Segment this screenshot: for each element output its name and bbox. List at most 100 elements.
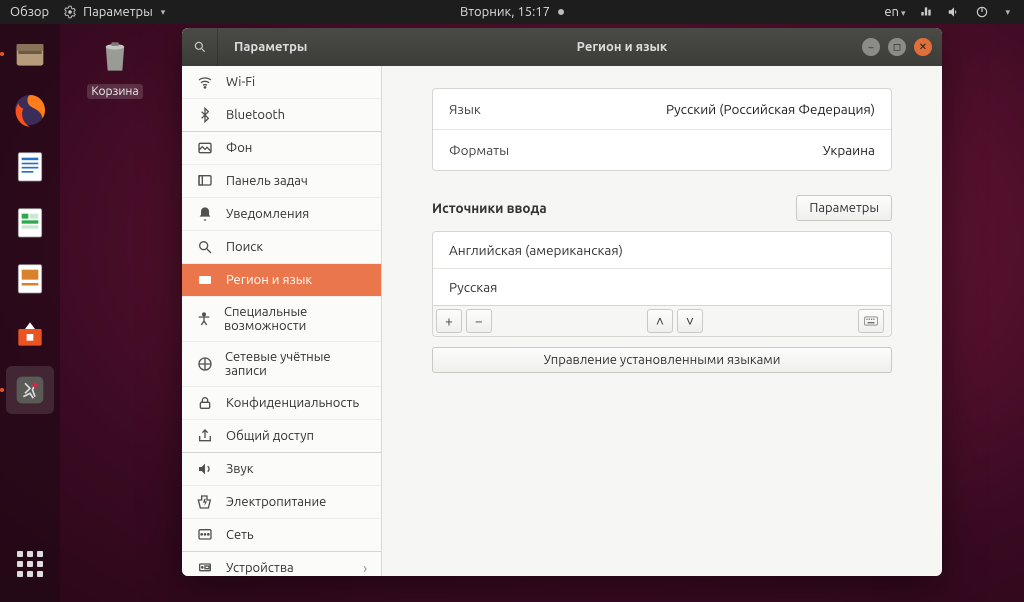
show-keyboard-layout-button[interactable] [858,309,884,333]
sidebar-item-label: Сетевые учётные записи [225,350,367,378]
dock-writer[interactable] [6,142,54,190]
sidebar-item-power[interactable]: Электропитание [182,486,381,519]
net-icon [196,527,214,543]
clock-label: Вторник, 15:17 [460,5,550,19]
source-label: Русская [449,279,497,295]
move-down-button[interactable]: ˅ [677,309,703,333]
sound-icon [196,461,214,477]
window-title: Регион и язык [382,40,862,54]
settings-window: Параметры Регион и язык – ◻ ✕ Wi-Fi Bluet… [182,28,942,576]
sidebar-item-label: Специальные возможности [224,305,367,333]
sidebar-item-label: Звук [226,462,253,476]
caret-down-icon: ▾ [161,7,166,18]
dock-firefox[interactable] [6,86,54,134]
desktop-trash[interactable]: Корзина [80,34,150,99]
network-icon[interactable] [919,5,933,19]
sidebar-item-share[interactable]: Общий доступ [182,420,381,453]
bg-icon [196,140,214,156]
bt-icon [196,107,214,123]
sidebar-item-label: Уведомления [226,207,309,221]
sidebar: Wi-Fi Bluetooth Фон Панель задач Уведомления… [182,28,382,576]
settings-icon [63,5,77,19]
dock-files[interactable] [6,30,54,78]
dock-software[interactable] [6,310,54,358]
sidebar-item-wifi[interactable]: Wi-Fi [182,66,381,99]
sidebar-item-label: Панель задач [226,174,308,188]
row-key: Форматы [449,142,509,158]
share-icon [196,428,214,444]
region-row[interactable]: Язык Русский (Российская Федерация) [433,89,891,130]
dock-calc[interactable] [6,198,54,246]
maximize-button[interactable]: ◻ [888,38,906,56]
input-language[interactable]: en▾ [884,5,905,19]
sidebar-item-label: Электропитание [226,495,326,509]
row-value: Украина [823,142,875,158]
app-menu-label: Параметры [83,5,153,19]
volume-icon[interactable] [947,5,961,19]
sidebar-item-sound[interactable]: Звук [182,453,381,486]
source-label: Английская (американская) [449,242,623,258]
sidebar-item-label: Bluetooth [226,108,285,122]
region-list: Язык Русский (Российская Федерация) Формат… [432,88,892,171]
move-up-button[interactable]: ˄ [647,309,673,333]
dock-icon [196,173,214,189]
activities-button[interactable]: Обзор [10,5,49,19]
sidebar-item-accounts[interactable]: Сетевые учётные записи [182,342,381,387]
dock-impress[interactable] [6,254,54,302]
dock [0,24,60,602]
trash-icon [93,34,137,78]
top-panel: Обзор Параметры ▾ Вторник, 15:17 en▾ ▾ [0,0,1024,24]
sidebar-item-label: Поиск [226,240,263,254]
system-caret-icon[interactable]: ▾ [1005,7,1010,18]
dock-settings[interactable] [6,366,54,414]
sidebar-item-label: Устройства [226,561,294,575]
clock[interactable]: Вторник, 15:17 [460,5,564,19]
titlebar[interactable]: Параметры Регион и язык – ◻ ✕ [182,28,942,66]
close-button[interactable]: ✕ [914,38,932,56]
manage-languages-button[interactable]: Управление установленными языками [432,347,892,373]
power-icon[interactable] [975,5,989,19]
search-button[interactable] [182,28,218,66]
sidebar-item-lock[interactable]: Конфиденциальность [182,387,381,420]
dock-show-apps[interactable] [6,540,54,588]
chevron-right-icon: › [363,560,367,576]
minimize-button[interactable]: – [862,38,880,56]
sidebar-item-bg[interactable]: Фон [182,132,381,165]
sidebar-item-label: Сеть [226,528,254,542]
a11y-icon [196,311,212,327]
sidebar-item-search[interactable]: Поиск [182,231,381,264]
sidebar-item-devices[interactable]: Устройства › [182,552,381,576]
sidebar-item-region[interactable]: Регион и язык [182,264,381,297]
input-sources-toolbar: + − ˄ ˅ [432,305,892,337]
sidebar-item-net[interactable]: Сеть [182,519,381,552]
caret-down-icon: ▾ [901,8,906,18]
sidebar-item-a11y[interactable]: Специальные возможности [182,297,381,342]
bell-icon [196,206,214,222]
app-menu[interactable]: Параметры ▾ [63,5,165,19]
region-row[interactable]: Форматы Украина [433,130,891,170]
sidebar-item-label: Общий доступ [226,429,314,443]
notification-dot-icon [558,9,564,15]
sidebar-item-bt[interactable]: Bluetooth [182,99,381,132]
power-icon [196,494,214,510]
sidebar-item-label: Фон [226,141,252,155]
sidebar-item-label: Wi-Fi [226,75,255,89]
remove-source-button[interactable]: − [466,309,492,333]
row-key: Язык [449,101,481,117]
wifi-icon [196,74,214,90]
add-source-button[interactable]: + [436,309,462,333]
keyboard-icon [864,316,878,326]
search-icon [193,40,207,54]
sidebar-item-label: Регион и язык [226,273,312,287]
input-source-row[interactable]: Английская (американская) [433,232,891,269]
input-sources-options-button[interactable]: Параметры [796,195,892,221]
sidebar-item-dock[interactable]: Панель задач [182,165,381,198]
region-icon [196,272,214,288]
search-icon [196,239,214,255]
sidebar-item-bell[interactable]: Уведомления [182,198,381,231]
trash-label: Корзина [87,84,142,99]
input-source-row[interactable]: Русская [433,269,891,305]
input-sources-label: Источники ввода [432,200,547,216]
lang-label: en [884,5,899,19]
row-value: Русский (Российская Федерация) [666,101,875,117]
